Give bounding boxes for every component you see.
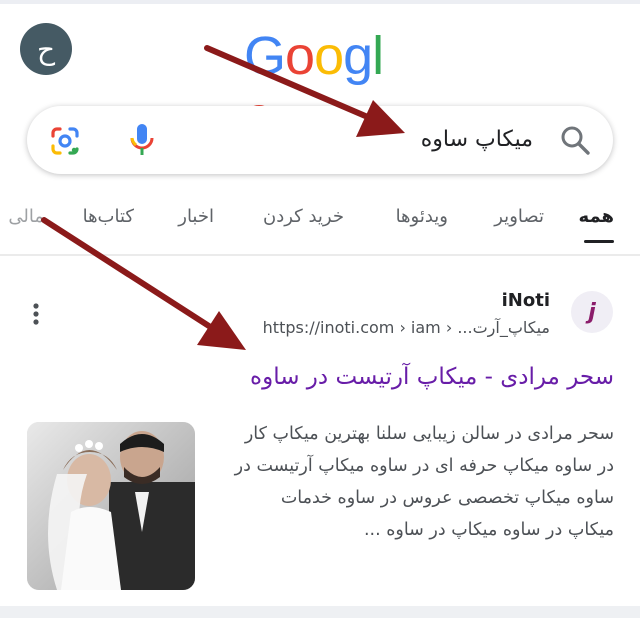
search-tabs: همه تصاویر ویدئوها خرید کردن اخبار کتاب‌… [0, 196, 640, 248]
tab-videos[interactable]: ویدئوها [396, 206, 448, 227]
wedding-photo-icon [27, 422, 195, 590]
result-url[interactable]: https://inoti.com › iam › ...میکاپ_آرت [263, 318, 550, 337]
results-separator [0, 606, 640, 618]
result-title-link[interactable]: سحر مرادی - میکاپ آرتیست در ساوه [250, 364, 614, 390]
site-favicon: j [571, 291, 613, 333]
active-tab-indicator [584, 240, 614, 243]
tabs-divider [0, 254, 640, 256]
result-thumbnail[interactable] [27, 422, 195, 590]
more-options-icon[interactable] [32, 302, 40, 326]
tab-books[interactable]: کتاب‌ها [83, 206, 134, 227]
result-site-name[interactable]: iNoti [502, 290, 550, 311]
tab-news[interactable]: اخبار [178, 206, 214, 227]
tab-images[interactable]: تصاویر [494, 206, 544, 227]
logo-letter-1: G [244, 26, 286, 86]
google-lens-icon[interactable] [49, 125, 81, 157]
account-avatar[interactable]: ح [20, 23, 72, 75]
tab-all[interactable]: همه [579, 206, 614, 227]
logo-letter-3: o [314, 26, 344, 86]
top-edge [0, 0, 640, 4]
tab-finance[interactable]: مالی [8, 206, 44, 227]
search-query-text[interactable]: میکاپ ساوه [421, 124, 533, 156]
microphone-icon[interactable] [129, 122, 155, 158]
site-icon-letter: j [588, 299, 596, 325]
search-icon[interactable] [559, 124, 591, 156]
search-bar[interactable]: میکاپ ساوه [27, 106, 613, 174]
result-snippet: سحر مرادی در سالن زیبایی سلنا بهترین میک… [234, 424, 614, 540]
google-logo[interactable]: Google [244, 26, 396, 146]
tab-shopping[interactable]: خرید کردن [263, 206, 344, 227]
avatar-letter: ح [36, 32, 56, 66]
logo-letter-2: o [285, 26, 315, 86]
logo-letter-4: g [343, 26, 373, 86]
logo-letter-5: l [372, 26, 384, 86]
